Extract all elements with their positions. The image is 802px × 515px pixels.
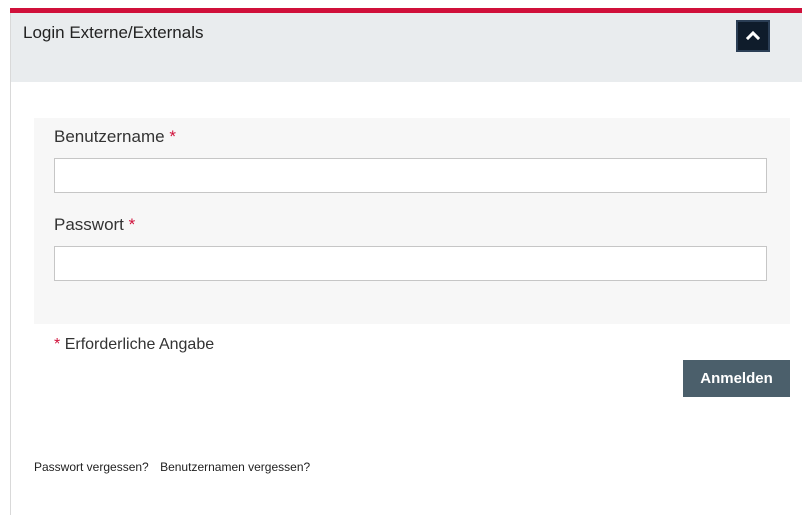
username-label: Benutzername * [54,127,176,147]
required-marker: * [54,336,61,353]
password-label-text: Passwort [54,215,124,234]
password-input[interactable] [54,246,767,281]
login-button[interactable]: Anmelden [683,360,790,397]
password-label: Passwort * [54,215,135,235]
help-links: Passwort vergessen? Benutzernamen verges… [34,460,318,474]
panel-title: Login Externe/Externals [23,23,204,42]
login-form [34,118,790,324]
username-label-text: Benutzername [54,127,165,146]
username-input[interactable] [54,158,767,193]
required-note: * Erforderliche Angabe [54,336,214,354]
required-note-text: Erforderliche Angabe [64,336,215,353]
forgot-username-link[interactable]: Benutzernamen vergessen? [160,460,310,474]
collapse-button[interactable] [736,20,770,52]
required-marker: * [169,127,176,146]
forgot-password-link[interactable]: Passwort vergessen? [34,460,149,474]
required-marker: * [128,215,136,234]
chevron-up-icon [745,27,761,45]
